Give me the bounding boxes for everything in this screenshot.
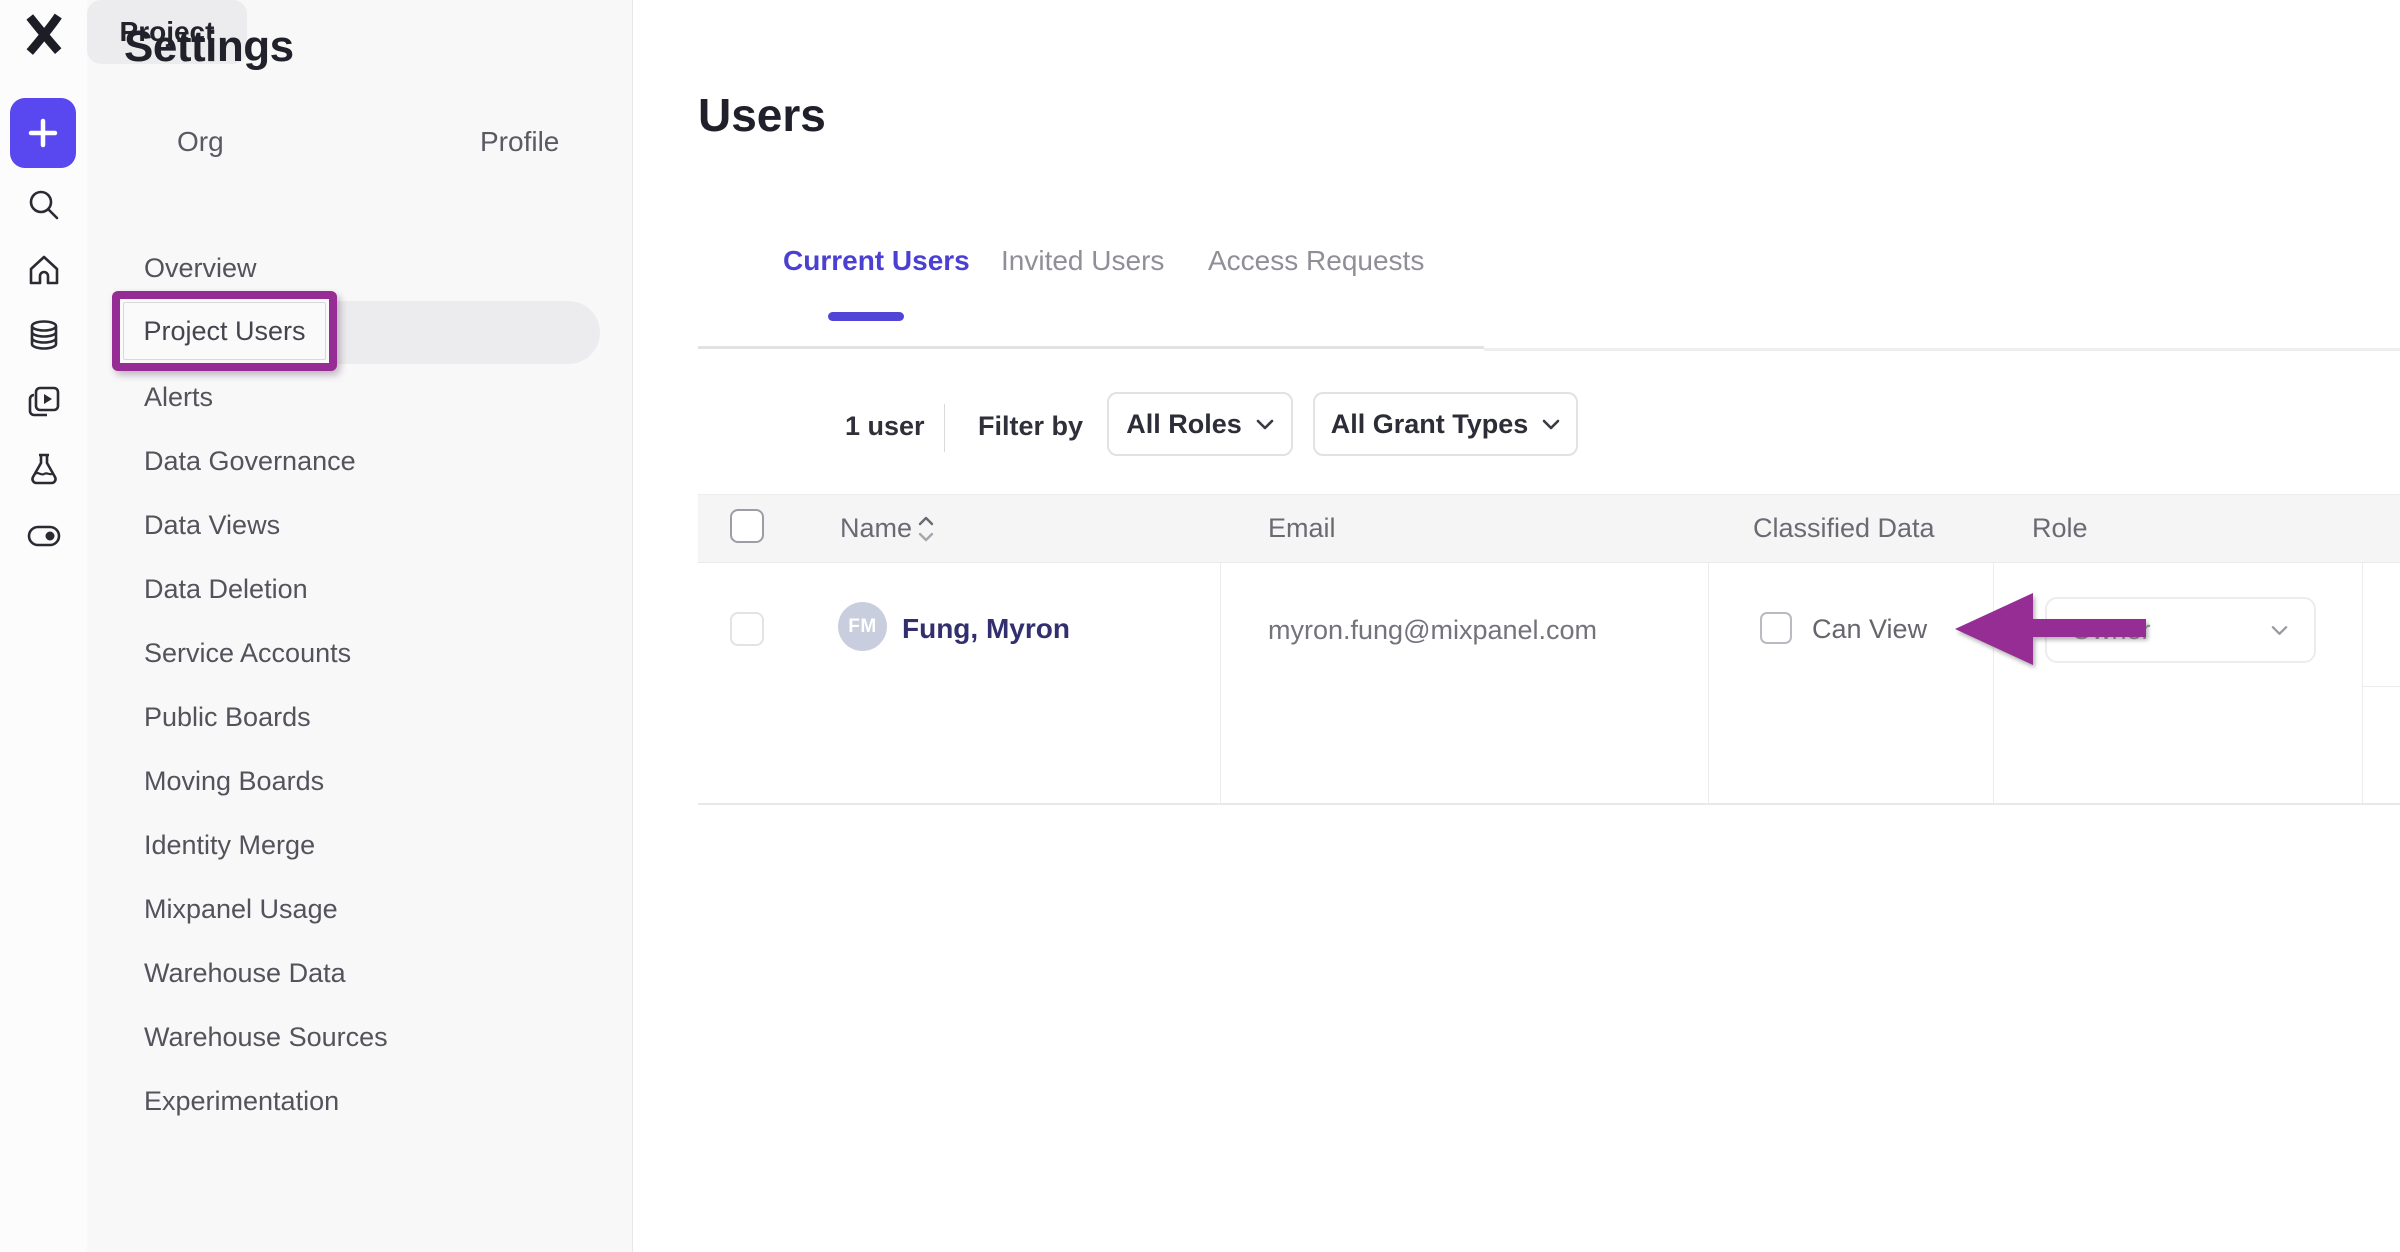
settings-sidebar: Settings Org Project Profile Overview Pr… [87,0,633,1252]
tab-invited-users[interactable]: Invited Users [1001,243,1164,279]
search-icon[interactable] [25,186,63,224]
mixpanel-logo[interactable] [25,15,63,53]
database-icon[interactable] [25,317,63,355]
sidebar-item-mixpanel-usage[interactable]: Mixpanel Usage [144,892,338,926]
chevron-down-icon [1542,419,1560,430]
sidebar-item-warehouse-data[interactable]: Warehouse Data [144,956,346,990]
table-header [698,494,2400,563]
chevron-down-icon [1256,419,1274,430]
sidebar-item-data-views[interactable]: Data Views [144,508,280,542]
active-tab-underline [828,312,904,321]
select-all-checkbox[interactable] [730,509,764,543]
column-header-classified-data: Classified Data [1753,513,1935,544]
column-divider [1708,563,1709,803]
user-name-link[interactable]: Fung, Myron [902,613,1070,645]
tabs-divider-light [1484,348,2400,351]
tab-current-users[interactable]: Current Users [783,243,970,279]
row-bottom-border [698,803,2400,805]
sidebar-item-service-accounts[interactable]: Service Accounts [144,636,351,670]
grant-types-filter-dropdown[interactable]: All Grant Types [1313,392,1578,456]
flask-icon[interactable] [25,450,63,488]
classified-data-checkbox[interactable] [1760,612,1792,644]
row-select-checkbox[interactable] [730,612,764,646]
grant-types-filter-value: All Grant Types [1331,409,1529,440]
sidebar-item-data-deletion[interactable]: Data Deletion [144,572,308,606]
chevron-down-icon [2271,625,2288,636]
row-divider-fragment [2362,686,2400,687]
avatar: FM [838,602,887,651]
sidebar-item-data-governance[interactable]: Data Governance [144,444,356,478]
column-header-role: Role [2032,513,2088,544]
settings-title: Settings [124,22,294,72]
toggle-icon[interactable] [25,517,63,555]
column-divider [1220,563,1221,803]
column-divider [2362,563,2363,803]
main-content: Users Current Users Invited Users Access… [633,0,2400,1252]
roles-filter-value: All Roles [1126,409,1242,440]
settings-tab-org[interactable]: Org [177,126,224,158]
roles-filter-dropdown[interactable]: All Roles [1107,392,1293,456]
page-title: Users [698,88,826,142]
settings-tab-profile[interactable]: Profile [480,126,559,158]
filter-by-label: Filter by [978,411,1083,442]
sidebar-item-moving-boards[interactable]: Moving Boards [144,764,324,798]
sidebar-item-project-users[interactable]: Project Users [123,302,326,360]
column-header-email: Email [1268,513,1336,544]
plus-icon [26,116,60,150]
create-button[interactable] [10,98,76,168]
sidebar-item-public-boards[interactable]: Public Boards [144,700,311,734]
icon-rail [0,0,88,1252]
sort-icon[interactable] [917,515,935,543]
tab-access-requests[interactable]: Access Requests [1208,243,1424,279]
user-email: myron.fung@mixpanel.com [1268,615,1597,646]
annotation-arrow [1948,586,2152,672]
sidebar-item-warehouse-sources[interactable]: Warehouse Sources [144,1020,388,1054]
column-header-name[interactable]: Name [840,513,912,544]
sidebar-item-alerts[interactable]: Alerts [144,380,213,414]
tabs-divider [698,346,1484,349]
classified-data-label: Can View [1812,614,1927,645]
boards-icon[interactable] [25,383,63,421]
sidebar-item-experimentation[interactable]: Experimentation [144,1084,339,1118]
sidebar-item-identity-merge[interactable]: Identity Merge [144,828,315,862]
annotation-highlight-box: Project Users [112,291,337,371]
user-count: 1 user [845,411,925,442]
home-icon[interactable] [25,251,63,289]
filter-divider [944,404,945,452]
sidebar-item-overview[interactable]: Overview [144,251,257,285]
